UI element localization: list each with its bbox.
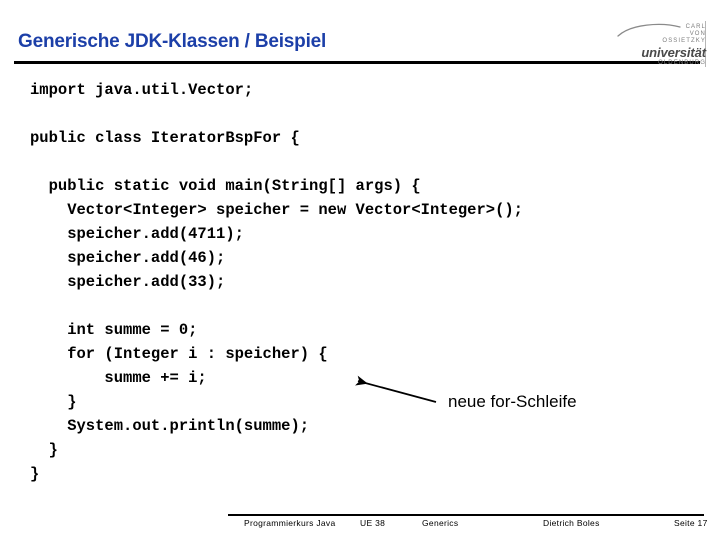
code-line: int summe = 0; — [30, 321, 198, 339]
footer-unit: UE 38 — [360, 518, 386, 528]
code-line: import java.util.Vector; — [30, 81, 254, 99]
code-line: public class IteratorBspFor { — [30, 129, 300, 147]
slide-canvas: Generische JDK-Klassen / Beispiel CARL V… — [0, 0, 720, 540]
code-line: speicher.add(46); — [30, 249, 226, 267]
code-line: Vector<Integer> speicher = new Vector<In… — [30, 201, 523, 219]
footer-author: Dietrich Boles — [543, 518, 600, 528]
footer-topic: Generics — [422, 518, 459, 528]
university-logo: CARL VON OSSIETZKY universität OLDENBURG — [617, 20, 709, 68]
logo-wordmark: universität — [641, 45, 706, 60]
title-divider — [14, 61, 700, 64]
code-line: public static void main(String[] args) { — [30, 177, 421, 195]
slide-header: Generische JDK-Klassen / Beispiel CARL V… — [0, 0, 720, 70]
annotation-arrow-icon — [355, 375, 437, 403]
code-line: speicher.add(4711); — [30, 225, 244, 243]
code-line: for (Integer i : speicher) { — [30, 345, 328, 363]
footer-divider — [228, 514, 704, 516]
logo-swoosh-icon — [617, 23, 681, 37]
code-line: speicher.add(33); — [30, 273, 226, 291]
code-line: System.out.println(summe); — [30, 417, 310, 435]
annotation-label: neue for-Schleife — [448, 392, 577, 411]
code-line: } — [30, 441, 58, 459]
slide-footer: Programmierkurs Java UE 38 Generics Diet… — [228, 518, 707, 532]
logo-city: OLDENBURG — [658, 60, 706, 66]
code-line: } — [30, 465, 40, 483]
footer-course: Programmierkurs Java — [244, 518, 336, 528]
java-code-listing: import java.util.Vector; public class Ite… — [30, 78, 700, 486]
page-title: Generische JDK-Klassen / Beispiel — [18, 31, 327, 52]
footer-page-number: Seite 17 — [674, 518, 708, 528]
